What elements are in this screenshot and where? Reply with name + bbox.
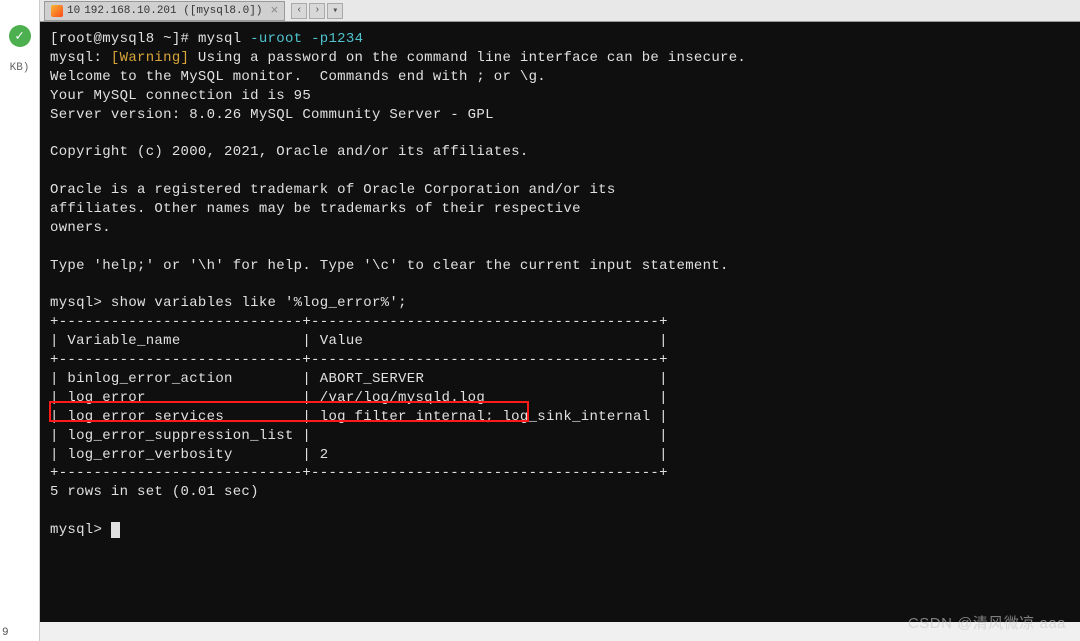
welcome-line: Welcome to the MySQL monitor. Commands e… (50, 69, 546, 85)
tab-nav-group: ‹ › ▾ (291, 3, 343, 19)
warning-rest: Using a password on the command line int… (189, 50, 746, 66)
watermark-text: CSDN @清风微凉 aaa (908, 612, 1066, 633)
help-line: Type 'help;' or '\h' for help. Type '\c'… (50, 258, 729, 274)
command-option: -uroot (250, 31, 311, 47)
table-row: | binlog_error_action | ABORT_SERVER | (50, 371, 668, 387)
table-row: | log_error_services | log_filter_intern… (50, 409, 668, 425)
close-icon[interactable]: × (270, 3, 278, 18)
sql-query: show variables like '%log_error%'; (111, 295, 407, 311)
tab-bullet-num: 10 (67, 5, 80, 17)
command-text: mysql (198, 31, 250, 47)
tab-dropdown-button[interactable]: ▾ (327, 3, 343, 19)
left-side-panel: ✓ KB) (0, 0, 40, 641)
table-row: | log_error_verbosity | 2 | (50, 447, 668, 463)
table-row: | log_error | /var/log/mysqld.log | (50, 390, 668, 406)
shell-prompt: [root@mysql8 ~]# (50, 31, 198, 47)
cursor-icon (111, 522, 120, 538)
check-icon: ✓ (9, 25, 31, 47)
tab-title: 192.168.10.201 ([mysql8.0]) (84, 5, 262, 17)
table-border: +----------------------------+----------… (50, 352, 668, 368)
trademark-line: affiliates. Other names may be trademark… (50, 201, 581, 217)
terminal-output[interactable]: [root@mysql8 ~]# mysql -uroot -p1234 mys… (40, 22, 1080, 622)
line-prefix: mysql: (50, 50, 111, 66)
warning-tag: [Warning] (111, 50, 189, 66)
corner-number: 9 (2, 627, 9, 639)
rows-in-set: 5 rows in set (0.01 sec) (50, 484, 259, 500)
session-tab[interactable]: 10 192.168.10.201 ([mysql8.0]) × (44, 1, 285, 21)
mysql-prompt: mysql> (50, 522, 111, 538)
connection-id-line: Your MySQL connection id is 95 (50, 88, 311, 104)
kb-size-label: KB) (0, 62, 39, 74)
trademark-line: Oracle is a registered trademark of Orac… (50, 182, 616, 198)
table-header: | Variable_name | Value | (50, 333, 668, 349)
tab-bar: 10 192.168.10.201 ([mysql8.0]) × ‹ › ▾ (40, 0, 1080, 22)
table-border: +----------------------------+----------… (50, 465, 668, 481)
server-version-line: Server version: 8.0.26 MySQL Community S… (50, 107, 494, 123)
session-icon (51, 5, 63, 17)
copyright-line: Copyright (c) 2000, 2021, Oracle and/or … (50, 144, 529, 160)
table-border: +----------------------------+----------… (50, 314, 668, 330)
table-row: | log_error_suppression_list | | (50, 428, 668, 444)
command-option: -p1234 (311, 31, 363, 47)
mysql-prompt: mysql> (50, 295, 111, 311)
next-tab-button[interactable]: › (309, 3, 325, 19)
trademark-line: owners. (50, 220, 111, 236)
prev-tab-button[interactable]: ‹ (291, 3, 307, 19)
